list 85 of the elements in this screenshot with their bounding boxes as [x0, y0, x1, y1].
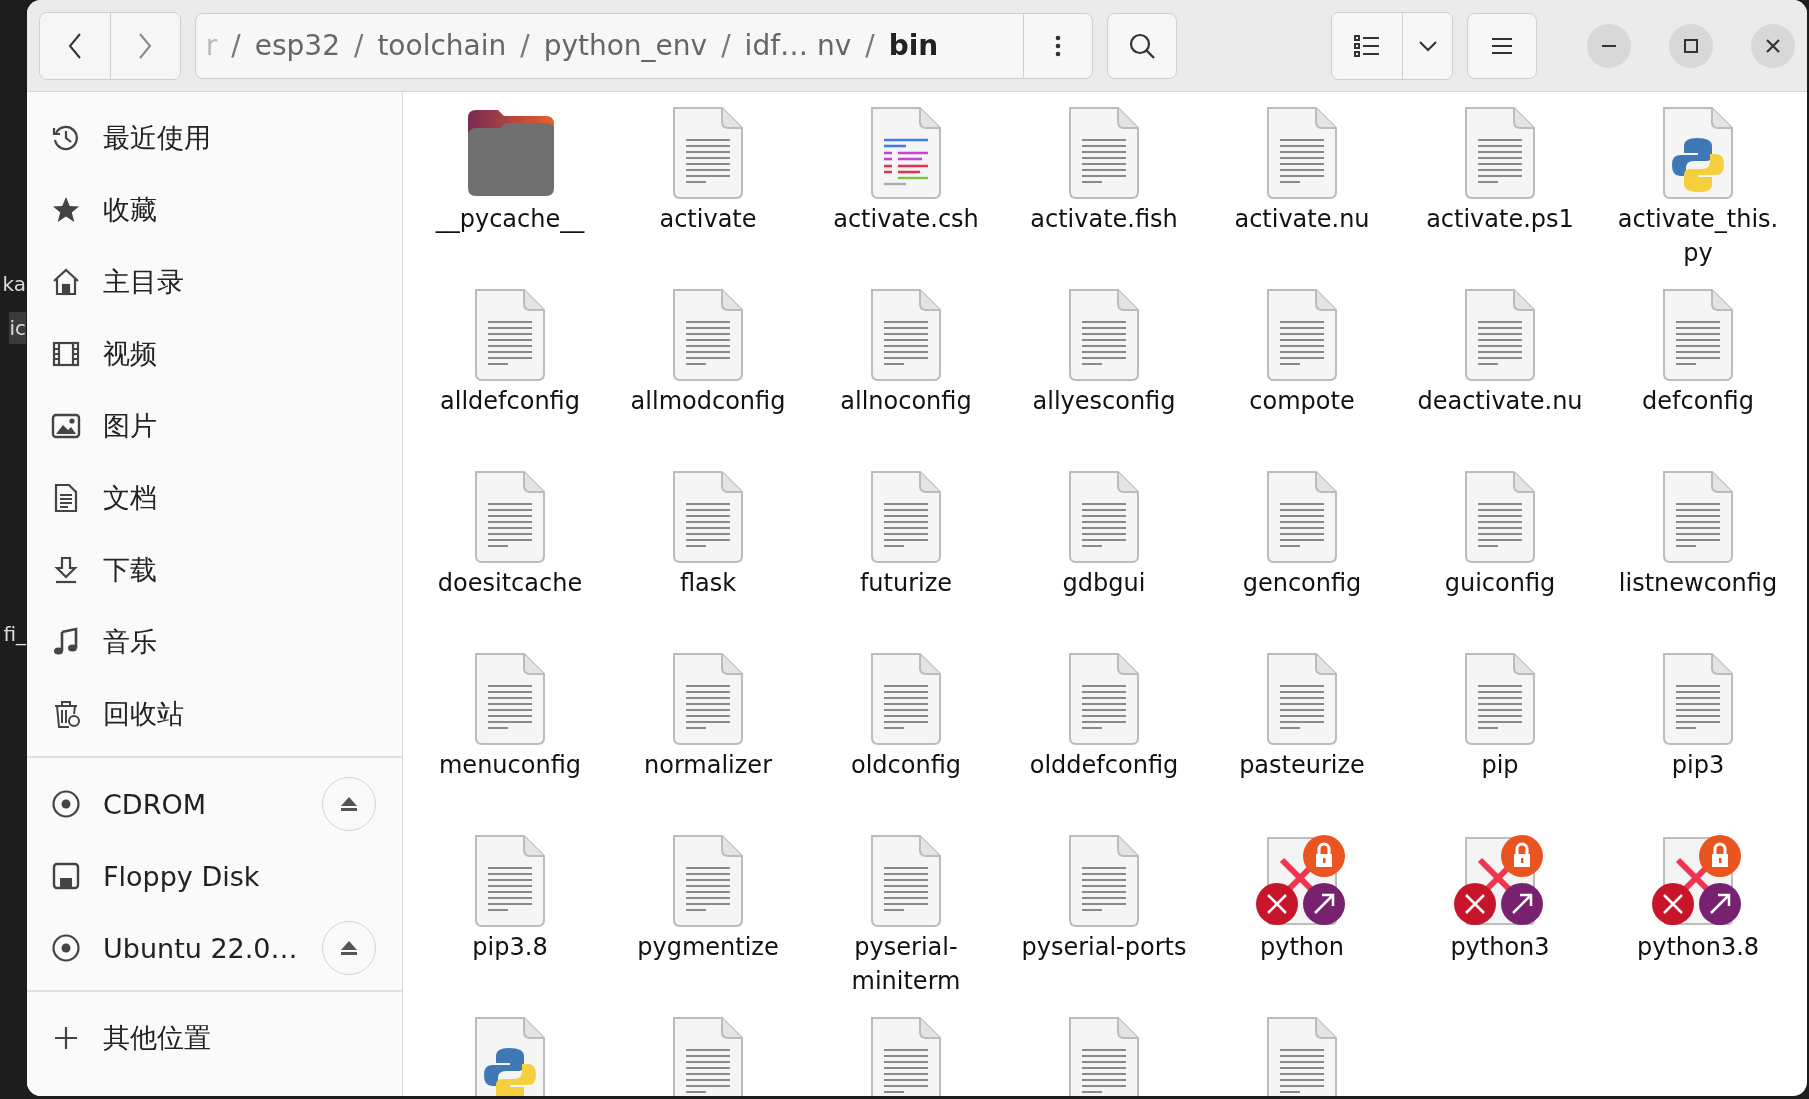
maximize-icon: [1683, 37, 1699, 54]
sidebar-item[interactable]: 其他位置: [27, 1002, 402, 1074]
sidebar-item[interactable]: 最近使用: [27, 102, 402, 174]
path-segment[interactable]: idf… nv: [744, 29, 852, 62]
sidebar-item[interactable]: 回收站: [27, 678, 402, 750]
file-name: pip: [1480, 750, 1520, 781]
file-name: oldconfig: [850, 750, 962, 781]
floppy-icon: [51, 861, 81, 891]
path-segment[interactable]: python_env: [543, 29, 708, 62]
more-icon: [1055, 34, 1062, 57]
sidebar-item[interactable]: 主目录: [27, 246, 402, 318]
file-name: allmodconfig: [629, 386, 787, 417]
file-name: normalizer: [643, 750, 773, 781]
file-name: pyserial-miniterm: [850, 932, 962, 997]
sidebar-item[interactable]: 视频: [27, 318, 402, 390]
path-segment[interactable]: toolchain: [377, 29, 507, 62]
file-name: gdbgui: [1061, 568, 1147, 599]
forward-icon: [138, 31, 153, 60]
menu-icon: [1491, 36, 1514, 55]
file-name: alldefconfig: [439, 386, 581, 417]
sidebar-item[interactable]: 收藏: [27, 174, 402, 246]
file-name: activate.nu: [1233, 204, 1371, 235]
file-name: listnewconfig: [1617, 568, 1779, 599]
back-icon: [67, 31, 82, 60]
file-name: doesitcache: [436, 568, 584, 599]
file-name: defconfig: [1641, 386, 1755, 417]
file-name: activate.ps1: [1425, 204, 1575, 235]
file-name: pygmentize: [636, 932, 780, 963]
sidebar-item[interactable]: 音乐: [27, 606, 402, 678]
file-name: deactivate.nu: [1416, 386, 1584, 417]
file-name: pip3: [1670, 750, 1726, 781]
file-name: guiconfig: [1443, 568, 1557, 599]
file-name: flask: [678, 568, 738, 599]
path-separator: /: [721, 29, 731, 62]
path-separator: /: [520, 29, 530, 62]
maximize-button[interactable]: [1669, 23, 1713, 68]
file-name: pasteurize: [1238, 750, 1366, 781]
file-name: python: [1259, 932, 1345, 963]
terminal-text: ka: [2, 272, 26, 296]
file-name: genconfig: [1241, 568, 1363, 599]
file-name: activate: [658, 204, 758, 235]
minimize-icon: [1601, 44, 1617, 47]
menu-button[interactable]: [1467, 12, 1537, 79]
path-separator: /: [353, 29, 364, 62]
file-name: activate_this.py: [1616, 204, 1780, 269]
file-name: pip3.8: [471, 932, 549, 963]
list-view-button[interactable]: [1332, 12, 1403, 79]
file-name: menuconfig: [438, 750, 582, 781]
eject-icon: [340, 940, 358, 956]
eject-icon: [340, 796, 358, 812]
path-segment[interactable]: bin: [888, 29, 939, 62]
sidebar-item[interactable]: 文档: [27, 462, 402, 534]
close-icon: [1765, 37, 1781, 54]
sidebar-item[interactable]: 图片: [27, 390, 402, 462]
file-name: activate.csh: [832, 204, 980, 235]
path-separator: /: [865, 29, 875, 62]
search-button[interactable]: [1107, 12, 1178, 79]
image-icon: [51, 411, 81, 441]
file-name: activate.fish: [1029, 204, 1179, 235]
sidebar-item[interactable]: CDROM: [27, 768, 402, 840]
close-button[interactable]: [1751, 23, 1795, 68]
list-view-icon: [1354, 34, 1381, 57]
file-name: futurize: [858, 568, 954, 599]
file-name: compote: [1248, 386, 1356, 417]
path-separator: /: [231, 29, 241, 62]
file-name: pyserial-ports: [1020, 932, 1188, 963]
file-name: python3: [1449, 932, 1551, 963]
file-name: olddefconfig: [1028, 750, 1180, 781]
caret-icon: [1417, 39, 1438, 52]
sidebar-item[interactable]: 下载: [27, 534, 402, 606]
sidebar-item[interactable]: Ubuntu 22.0…: [27, 912, 402, 984]
disc-icon: [51, 789, 81, 819]
file-name: allyesconfig: [1031, 386, 1177, 417]
search-icon: [1128, 31, 1157, 60]
terminal-text: fi_: [3, 622, 26, 646]
home-icon: [51, 267, 81, 297]
disc-icon: [51, 933, 81, 963]
file-name: python3.8: [1635, 932, 1761, 963]
recent-icon: [51, 123, 81, 153]
file-name: __pycache__: [434, 204, 586, 235]
path-segment[interactable]: esp32: [254, 29, 340, 62]
file-name: allnoconfig: [839, 386, 973, 417]
terminal-text: ic: [9, 312, 26, 344]
sidebar-item[interactable]: Floppy Disk: [27, 840, 402, 912]
video-icon: [51, 339, 81, 369]
